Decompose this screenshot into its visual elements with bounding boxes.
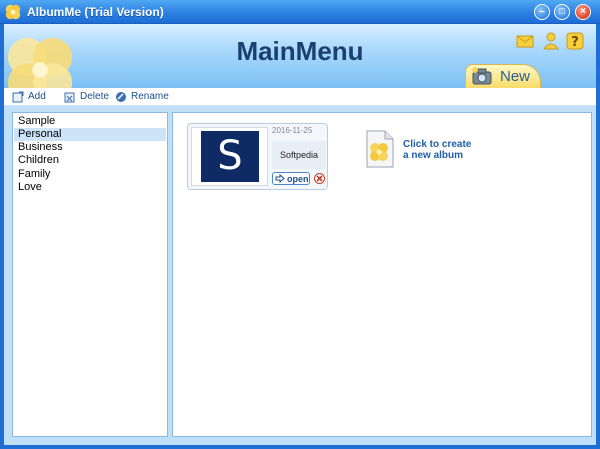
help-icon[interactable]: ? [566,32,584,50]
workspace: Sample Personal Business Children Family… [4,106,596,445]
svg-text:?: ? [571,35,579,50]
album-area: S 2016-11-25 Softpedia open Click to cre… [172,112,592,437]
rename-button[interactable]: Rename [115,90,170,104]
user-icon[interactable] [542,32,560,50]
add-album-icon [12,91,24,103]
album-cover-image: S [201,131,259,182]
page-title: MainMenu [236,36,364,66]
open-label: open [287,174,309,184]
new-album-icon [366,130,394,168]
arrow-right-icon [275,174,285,183]
minimize-button[interactable]: – [534,4,550,20]
new-album-tab[interactable]: New [465,64,541,88]
rename-label: Rename [131,91,169,102]
add-button[interactable]: Add [12,90,52,104]
album-name: Softpedia [272,141,326,169]
list-item-children[interactable]: Children [14,154,166,167]
camera-icon [472,67,492,85]
window-title: AlbumMe (Trial Version) [27,5,164,19]
list-item-sample[interactable]: Sample [14,115,166,128]
list-item-business[interactable]: Business [14,141,166,154]
title-bar: AlbumMe (Trial Version) – □ × [0,0,600,24]
album-thumbnail[interactable]: S [191,127,268,186]
close-button[interactable]: × [575,4,591,20]
album-card: S 2016-11-25 Softpedia open [187,123,328,190]
maximize-button[interactable]: □ [554,4,570,20]
toolbar: Add Delete Rename [4,88,596,106]
delete-album-icon [64,92,75,103]
header-banner: MainMenu ? New [4,24,596,88]
album-date: 2016-11-25 [272,126,313,135]
list-item-personal[interactable]: Personal [14,128,166,141]
new-tab-label: New [500,68,531,85]
flower-logo-icon [5,4,21,20]
list-item-family[interactable]: Family [14,168,166,181]
add-label: Add [28,91,46,102]
create-album-line1: Click to create [403,139,472,150]
list-item-love[interactable]: Love [14,181,166,194]
delete-button[interactable]: Delete [64,90,110,104]
delete-album-x-icon[interactable] [314,173,325,184]
delete-label: Delete [80,91,109,102]
rename-icon [116,92,126,102]
open-album-button[interactable]: open [272,172,310,185]
create-album-button[interactable]: Click to create a new album [363,130,483,170]
create-album-line2: a new album [403,150,464,161]
category-list: Sample Personal Business Children Family… [12,112,168,437]
mail-icon[interactable] [516,32,534,50]
